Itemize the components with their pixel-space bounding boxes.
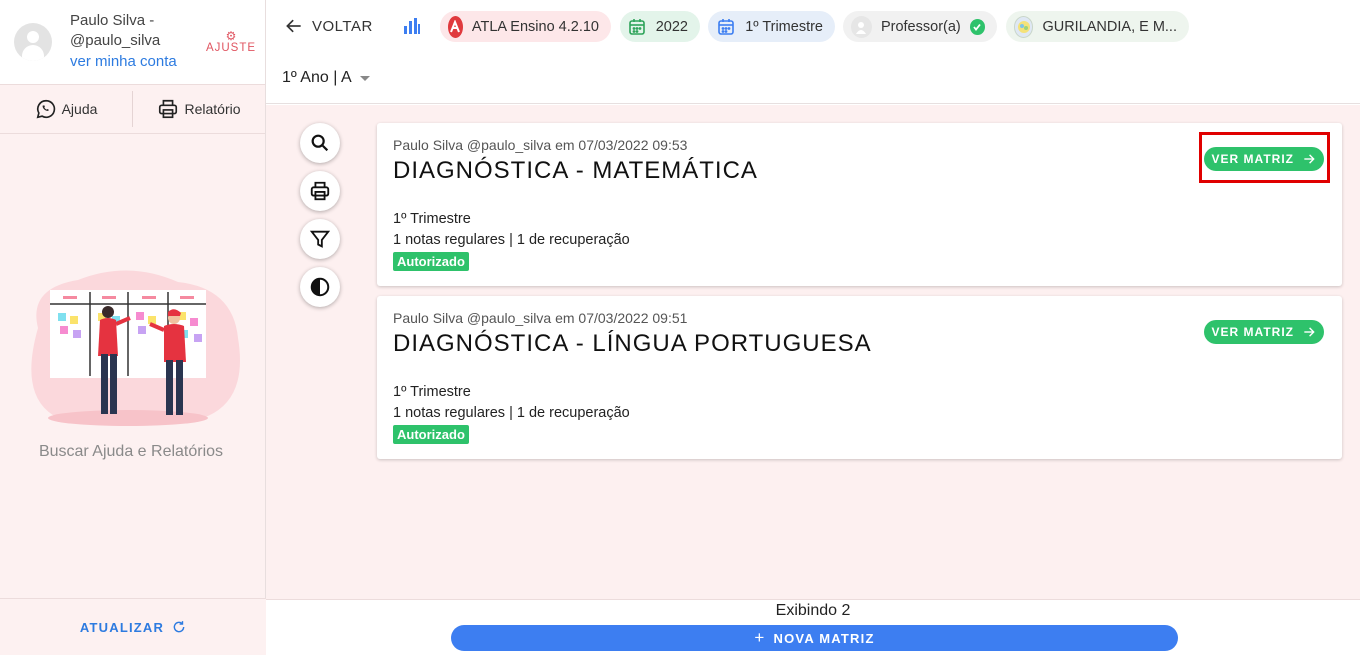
contrast-button[interactable]	[300, 267, 340, 307]
sidebar: Paulo Silva - @paulo_silva ver minha con…	[0, 0, 266, 655]
main-area: VOLTAR ATLA Ensino 4.2.10 2022 1º Trimes…	[266, 0, 1360, 655]
year-label: 2022	[655, 18, 688, 35]
filter-button[interactable]	[300, 219, 340, 259]
app-version-chip[interactable]: ATLA Ensino 4.2.10	[440, 11, 611, 42]
search-button[interactable]	[300, 123, 340, 163]
help-reports-text: Buscar Ajuda e Relatórios	[38, 443, 224, 460]
user-icon	[851, 15, 872, 38]
check-circle-icon	[969, 18, 985, 35]
card-meta: Paulo Silva @paulo_silva em 07/03/2022 0…	[393, 137, 688, 153]
plus-icon: +	[754, 628, 766, 647]
main-footer: Exibindo 2 + NOVA MATRIZ	[266, 599, 1360, 655]
class-select[interactable]: 1º Ano | A	[282, 69, 370, 87]
card-term: 1º Trimestre	[393, 384, 471, 400]
card-meta: Paulo Silva @paulo_silva em 07/03/2022 0…	[393, 310, 688, 326]
term-label: 1º Trimestre	[745, 18, 823, 35]
report-label: Relatório	[184, 101, 241, 117]
report-button[interactable]: Relatório	[132, 91, 265, 127]
view-matrix-label: VER MATRIZ	[1211, 152, 1294, 166]
card-notes: 1 notas regulares | 1 de recuperação	[393, 232, 630, 248]
status-badge: Autorizado	[393, 252, 469, 271]
matrix-card: Paulo Silva @paulo_silva em 07/03/2022 0…	[377, 296, 1342, 459]
matrix-card: Paulo Silva @paulo_silva em 07/03/2022 0…	[377, 123, 1342, 286]
year-chip[interactable]: 2022	[620, 11, 700, 42]
sidebar-footer: ATUALIZAR	[0, 598, 266, 655]
arrow-left-icon	[286, 19, 301, 33]
content-area: Paulo Silva @paulo_silva em 07/03/2022 0…	[266, 105, 1360, 599]
profile-panel: Paulo Silva - @paulo_silva ver minha con…	[0, 0, 265, 84]
refresh-label: ATUALIZAR	[79, 619, 165, 635]
status-badge: Autorizado	[393, 425, 469, 444]
role-chip[interactable]: Professor(a)	[843, 11, 997, 42]
ajuste-button[interactable]: ⚙ AJUSTE	[205, 30, 257, 54]
gear-icon: ⚙	[225, 29, 237, 43]
top-bar: VOLTAR ATLA Ensino 4.2.10 2022 1º Trimes…	[266, 0, 1360, 104]
view-matrix-button[interactable]: VER MATRIZ	[1203, 320, 1324, 344]
whatsapp-icon	[36, 99, 55, 119]
print-button[interactable]	[300, 171, 340, 211]
tool-column	[300, 123, 340, 315]
calendar-icon	[716, 16, 736, 38]
new-matrix-label: NOVA MATRIZ	[773, 630, 875, 646]
help-label: Ajuda	[61, 101, 98, 117]
card-term: 1º Trimestre	[393, 211, 471, 227]
card-title: DIAGNÓSTICA - LÍNGUA PORTUGUESA	[393, 330, 872, 357]
card-notes: 1 notas regulares | 1 de recuperação	[393, 405, 630, 421]
profile-name: Paulo Silva - @paulo_silva	[70, 12, 161, 49]
arrow-right-icon	[1304, 327, 1315, 337]
class-select-value: 1º Ano | A	[282, 69, 352, 86]
result-count: Exibindo 2	[775, 602, 851, 619]
arrow-right-icon	[1304, 154, 1315, 164]
printer-icon	[310, 181, 330, 201]
view-matrix-button[interactable]: VER MATRIZ	[1203, 147, 1324, 171]
search-icon	[311, 134, 329, 152]
chevron-down-icon	[359, 75, 370, 81]
avatar[interactable]	[14, 23, 52, 61]
refresh-icon	[173, 621, 185, 633]
help-illustration	[31, 270, 241, 426]
school-label: GURILANDIA, E M...	[1042, 18, 1177, 35]
back-label: VOLTAR	[312, 17, 373, 35]
stats-icon[interactable]	[403, 17, 421, 35]
contrast-icon	[310, 277, 330, 297]
calendar-icon	[628, 16, 647, 38]
view-account-link[interactable]: ver minha conta	[70, 53, 177, 70]
view-matrix-label: VER MATRIZ	[1211, 325, 1294, 339]
school-chip[interactable]: GURILANDIA, E M...	[1006, 11, 1189, 42]
filter-icon	[309, 230, 331, 248]
app-version-label: ATLA Ensino 4.2.10	[471, 18, 599, 35]
role-label: Professor(a)	[880, 18, 961, 35]
sidebar-actions: Ajuda Relatório	[0, 84, 265, 134]
school-logo-icon	[1014, 15, 1034, 38]
term-chip[interactable]: 1º Trimestre	[708, 11, 835, 42]
new-matrix-button[interactable]: + NOVA MATRIZ	[451, 625, 1178, 651]
card-title: DIAGNÓSTICA - MATEMÁTICA	[393, 157, 758, 184]
ajuste-label: AJUSTE	[205, 42, 257, 54]
refresh-button[interactable]: ATUALIZAR	[80, 620, 186, 635]
atla-logo-icon	[448, 15, 463, 38]
printer-icon	[159, 99, 178, 119]
help-button[interactable]: Ajuda	[0, 85, 132, 133]
back-button[interactable]: VOLTAR	[284, 16, 373, 36]
